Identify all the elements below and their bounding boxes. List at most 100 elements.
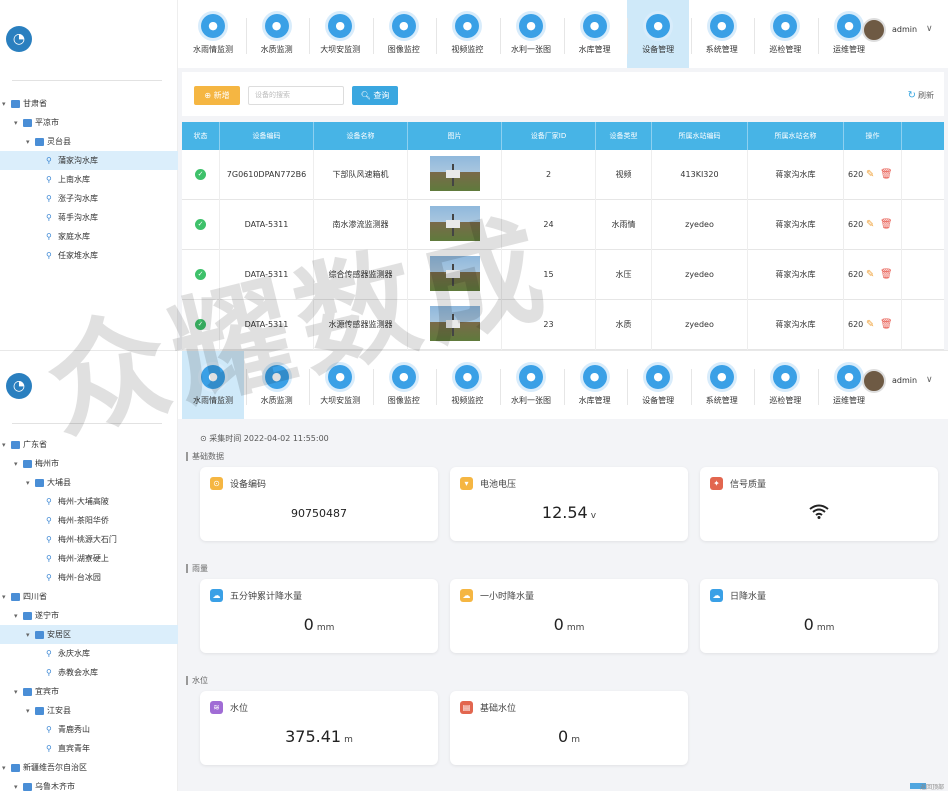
nav-item-10[interactable]: ● 巡检管理 — [754, 0, 816, 68]
expand-arrow-icon[interactable]: ▾ — [26, 702, 34, 721]
tree-node[interactable]: ▾ 灵台县 — [0, 132, 178, 151]
device-photo[interactable] — [430, 206, 480, 241]
nav-separator — [436, 18, 438, 54]
tree-node[interactable]: ▾ 四川省 — [0, 587, 178, 606]
tree-node[interactable]: ⚲ 梅州-桃源大石门 — [0, 530, 178, 549]
tree-node[interactable]: ▾ 平凉市 — [0, 113, 178, 132]
tree-node-label: 赤教会水库 — [58, 668, 98, 677]
nav-separator — [563, 18, 565, 54]
refresh-button[interactable]: ↻ 刷新 — [908, 86, 934, 105]
expand-arrow-icon[interactable]: ▾ — [26, 474, 34, 493]
expand-arrow-icon[interactable]: ▾ — [26, 133, 34, 152]
expand-arrow-icon[interactable]: ▾ — [14, 778, 22, 791]
nav-item-7[interactable]: ● 水库管理 — [564, 0, 626, 68]
nav-item-4[interactable]: ● 图像监控 — [373, 351, 435, 419]
add-button[interactable]: ⊕ 新增 — [194, 86, 240, 105]
nav-item-9[interactable]: ● 系统管理 — [691, 351, 753, 419]
location-pin-icon: ⚲ — [46, 232, 52, 241]
tree-node[interactable]: ▾ 乌鲁木齐市 — [0, 777, 178, 791]
check-icon: ✓ — [195, 319, 206, 330]
query-button[interactable]: 🔍︎ 查询 — [352, 86, 398, 105]
tree-node[interactable]: ⚲ 赤教会水库 — [0, 663, 178, 682]
nav-item-10[interactable]: ● 巡检管理 — [754, 351, 816, 419]
tree-node[interactable]: ⚲ 家庭水库 — [0, 227, 178, 246]
tree-node[interactable]: ▾ 广东省 — [0, 435, 178, 454]
expand-arrow-icon[interactable]: ▾ — [14, 607, 22, 626]
device-photo[interactable] — [430, 156, 480, 191]
expand-arrow-icon[interactable]: ▾ — [14, 683, 22, 702]
nav-item-label: 水库管理 — [578, 45, 611, 54]
tree-node[interactable]: ⚲ 蒋手沟水库 — [0, 208, 178, 227]
image-cell — [408, 250, 502, 300]
table-row[interactable]: ✓ DATA-5311 南水渗流监测器 24 水雨情 zyedeo 蒋家沟水库 620 ✎ 🗑︎ — [182, 200, 944, 250]
video-icon: ● — [455, 14, 480, 38]
column-header: 图片 — [408, 122, 502, 150]
tree-node[interactable]: ▾ 安居区 — [0, 625, 178, 644]
expand-arrow-icon[interactable]: ▾ — [2, 95, 10, 114]
search-input[interactable]: 设备的搜索 — [248, 86, 344, 105]
location-pin-icon: ⚲ — [46, 516, 52, 525]
table-row[interactable]: ✓ DATA-5311 水源传感器监测器 23 水质 zyedeo 蒋家沟水库 620 ✎ 🗑︎ — [182, 300, 944, 350]
delete-icon[interactable]: 🗑︎ — [880, 200, 893, 250]
nav-item-7[interactable]: ● 水库管理 — [564, 351, 626, 419]
column-header: 设备类型 — [596, 122, 652, 150]
tree-node[interactable]: ▾ 江安县 — [0, 701, 178, 720]
check-icon: ✓ — [195, 219, 206, 230]
nav-item-label: 水雨情监测 — [193, 396, 233, 405]
tree-node[interactable]: ⚲ 梅州-茶阳华侨 — [0, 511, 178, 530]
tree-node[interactable]: ▾ 新疆维吾尔自治区 — [0, 758, 178, 777]
tree-node[interactable]: ⚲ 梅州-湖寮硬上 — [0, 549, 178, 568]
nav-item-9[interactable]: ● 系统管理 — [691, 0, 753, 68]
tree-node[interactable]: ⚲ 上南水库 — [0, 170, 178, 189]
expand-arrow-icon[interactable]: ▾ — [2, 588, 10, 607]
edit-icon[interactable]: ✎ — [866, 150, 874, 200]
expand-arrow-icon[interactable]: ▾ — [14, 114, 22, 133]
nav-item-1[interactable]: ● 水雨情监测 — [182, 0, 244, 68]
nav-item-8[interactable]: ● 设备管理 — [627, 351, 689, 419]
tree-node[interactable]: ⚲ 蒲家沟水库 — [0, 151, 178, 170]
tree-node[interactable]: ⚲ 梅州-台冰园 — [0, 568, 178, 587]
edit-icon[interactable]: ✎ — [866, 300, 874, 350]
nav-item-5[interactable]: ● 视频监控 — [436, 0, 498, 68]
location-pin-icon: ⚲ — [46, 156, 52, 165]
tree-node[interactable]: ⚲ 涨子沟水库 — [0, 189, 178, 208]
table-row[interactable]: ✓ 7G0610DPAN772B6 下部队风速箱机 2 视频 413KI320 蒋家沟水库 6… — [182, 150, 944, 200]
nav-item-3[interactable]: ● 大坝安监测 — [309, 351, 371, 419]
tree-node[interactable]: ▾ 遂宁市 — [0, 606, 178, 625]
folder-icon — [23, 611, 32, 620]
tree-node[interactable]: ▾ 梅州市 — [0, 454, 178, 473]
expand-arrow-icon[interactable]: ▾ — [2, 759, 10, 778]
nav-item-1[interactable]: ● 水雨情监测 — [182, 351, 244, 419]
expand-arrow-icon[interactable]: ▾ — [26, 626, 34, 645]
back-top-label[interactable]: 返回顶部 — [920, 782, 944, 791]
nav-item-4[interactable]: ● 图像监控 — [373, 0, 435, 68]
nav-item-8[interactable]: ● 设备管理 — [627, 0, 690, 68]
tree-node[interactable]: ⚲ 任家堆水库 — [0, 246, 178, 265]
tree-node[interactable]: ▾ 甘肃省 — [0, 94, 178, 113]
delete-icon[interactable]: 🗑︎ — [880, 150, 893, 200]
nav-item-2[interactable]: ● 水质监测 — [246, 351, 308, 419]
tree-node[interactable]: ⚲ 青鹿秀山 — [0, 720, 178, 739]
device-photo[interactable] — [430, 306, 480, 341]
tree-node[interactable]: ▾ 大埔县 — [0, 473, 178, 492]
user-menu[interactable]: admin ∨ — [862, 369, 942, 399]
nav-item-5[interactable]: ● 视频监控 — [436, 351, 498, 419]
device-photo[interactable] — [430, 256, 480, 291]
edit-icon[interactable]: ✎ — [866, 250, 874, 300]
tree-node[interactable]: ⚲ 永庆水库 — [0, 644, 178, 663]
nav-item-6[interactable]: ● 水利一张图 — [500, 0, 562, 68]
nav-item-6[interactable]: ● 水利一张图 — [500, 351, 562, 419]
expand-arrow-icon[interactable]: ▾ — [2, 436, 10, 455]
delete-icon[interactable]: 🗑︎ — [880, 300, 893, 350]
nav-item-2[interactable]: ● 水质监测 — [246, 0, 308, 68]
user-menu[interactable]: admin ∨ — [862, 18, 942, 48]
nav-item-3[interactable]: ● 大坝安监测 — [309, 0, 371, 68]
tree-node[interactable]: ⚲ 梅州-大埔高陂 — [0, 492, 178, 511]
table-row[interactable]: ✓ DATA-5311 综合传感器监测器 15 水压 zyedeo 蒋家沟水库 620 ✎ 🗑︎ — [182, 250, 944, 300]
tree-node[interactable]: ⚲ 直宾青年 — [0, 739, 178, 758]
folder-icon — [11, 440, 20, 449]
edit-icon[interactable]: ✎ — [866, 200, 874, 250]
tree-node[interactable]: ▾ 宜宾市 — [0, 682, 178, 701]
expand-arrow-icon[interactable]: ▾ — [14, 455, 22, 474]
delete-icon[interactable]: 🗑︎ — [880, 250, 893, 300]
